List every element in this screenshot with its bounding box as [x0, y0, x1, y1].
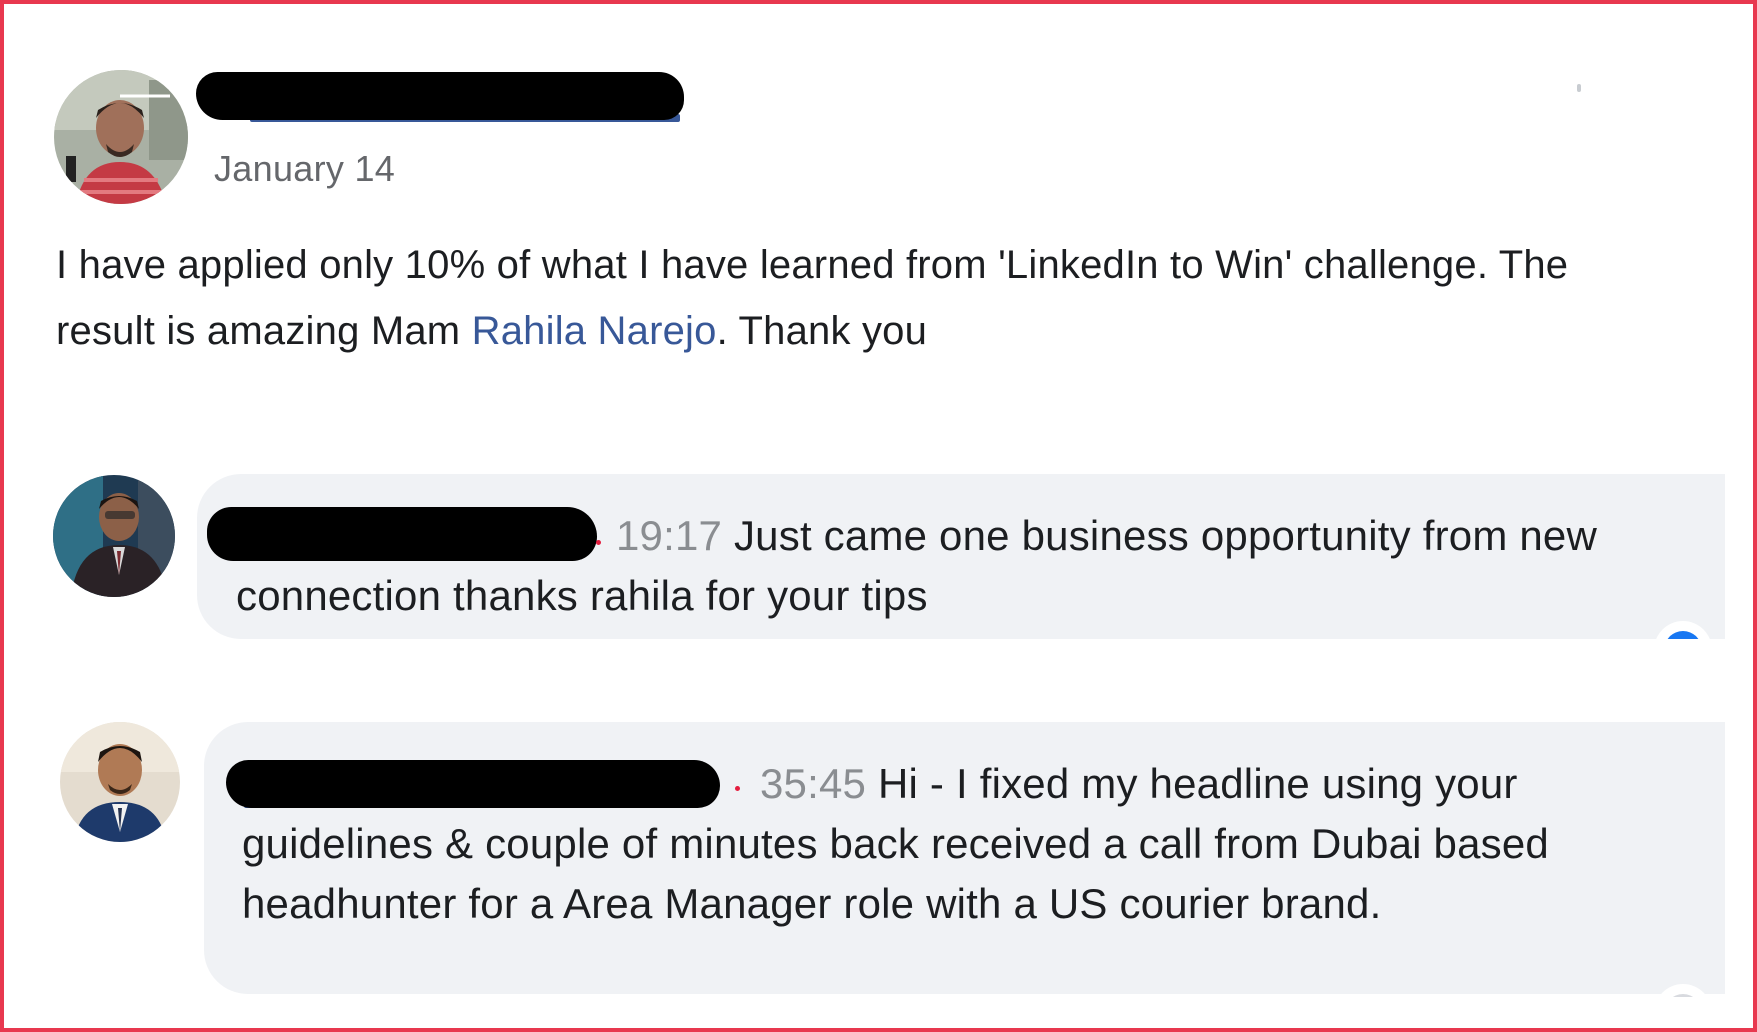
comment-body: Just came one business opportunity from … — [236, 512, 1598, 619]
bubble-clip — [194, 639, 1734, 719]
post-author-avatar[interactable] — [54, 70, 188, 204]
bubble-clip — [1725, 704, 1753, 1028]
bubble-clip — [194, 997, 1734, 1028]
comment-text: 35:45 Hi - I fixed my headline using you… — [242, 754, 1712, 934]
comment-text: 19:17 Just came one business opportunity… — [236, 506, 1716, 626]
comment-author-avatar[interactable] — [53, 475, 175, 597]
comment-author-avatar[interactable] — [60, 722, 180, 842]
post-author-name-redaction — [196, 72, 684, 120]
comment-body: Hi - I fixed my headline using your guid… — [242, 760, 1549, 927]
screenshot-frame: January 14 I have applied only 10% of wh… — [0, 0, 1757, 1032]
comment-timestamp[interactable]: 35:45 — [760, 760, 866, 807]
post-options-icon[interactable] — [1577, 84, 1581, 92]
post-body-text-end: . Thank you — [716, 309, 928, 353]
mention-link[interactable]: Rahila Narejo — [472, 309, 717, 353]
comment-timestamp[interactable]: 19:17 — [616, 512, 722, 559]
post-date[interactable]: January 14 — [214, 148, 395, 190]
post-body: I have applied only 10% of what I have l… — [56, 232, 1676, 364]
